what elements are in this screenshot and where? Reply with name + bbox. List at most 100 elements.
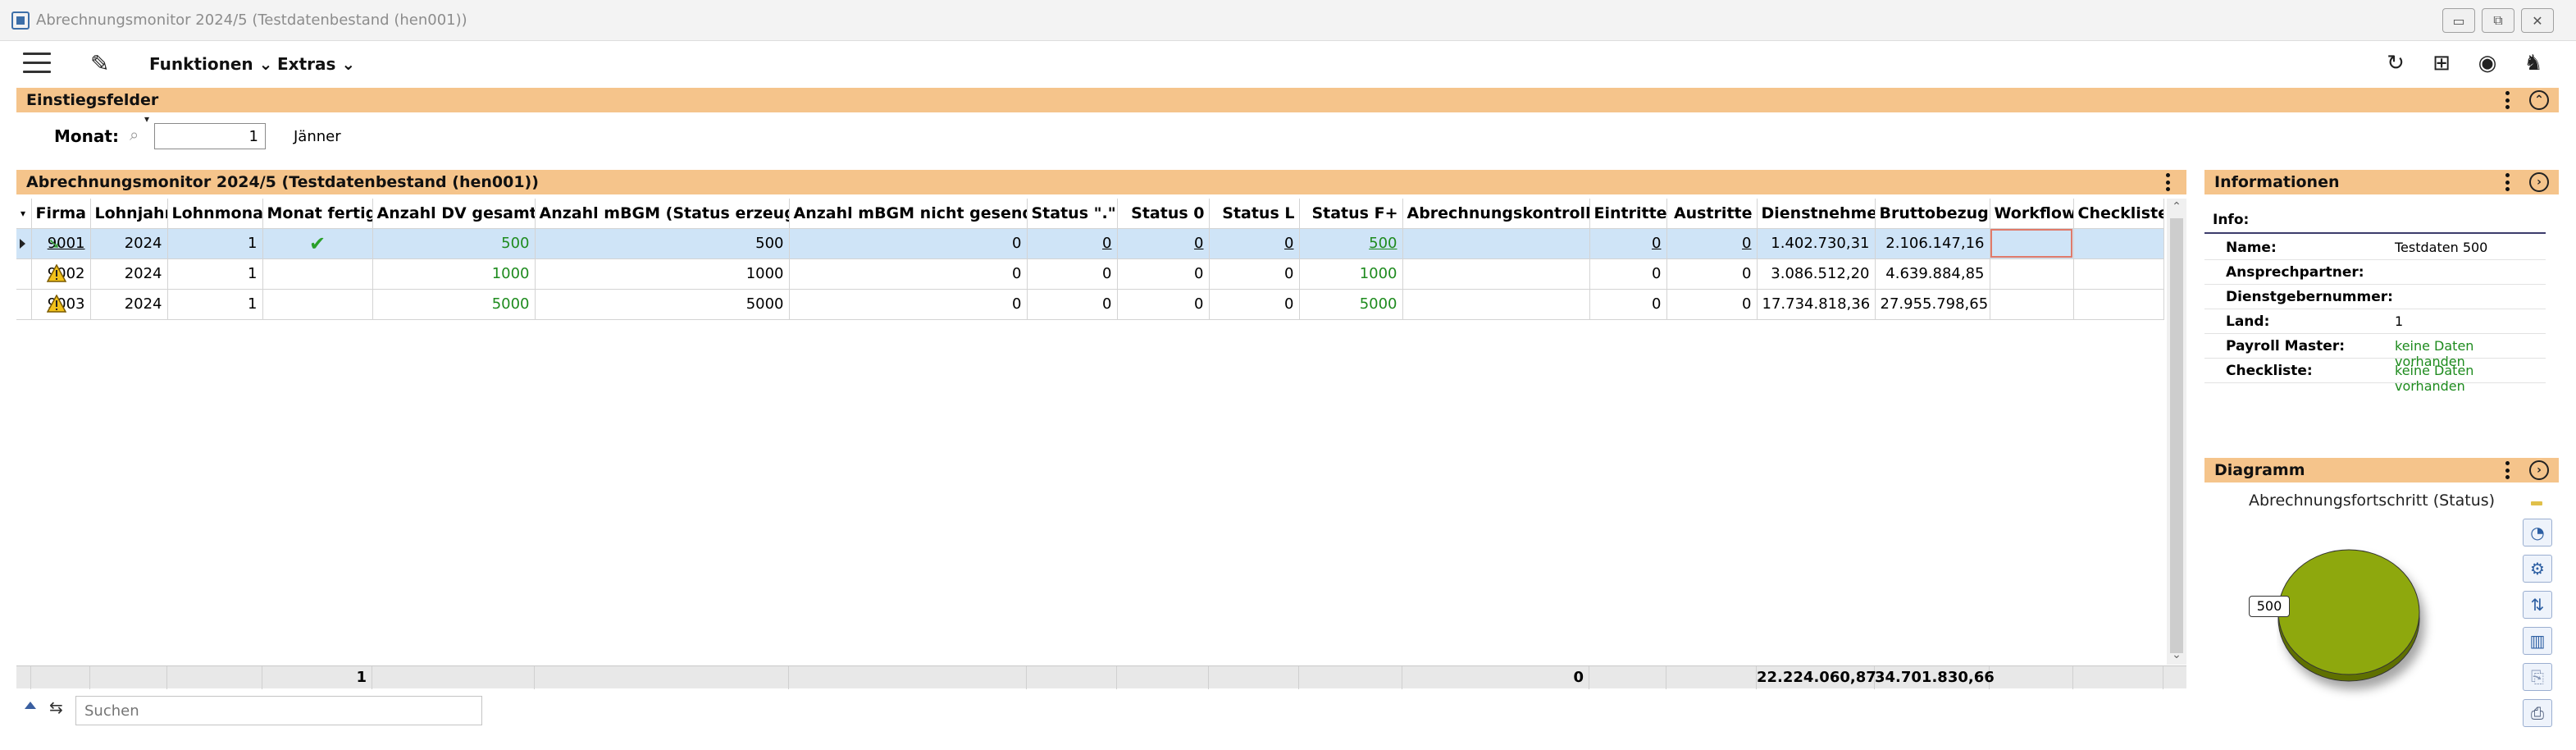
cell-lohnjahr[interactable]: 2024 xyxy=(90,258,168,290)
scroll-up-icon[interactable]: ⌃ xyxy=(2167,200,2186,213)
cell-lohnmonat[interactable]: 1 xyxy=(167,258,263,290)
cell-status-0[interactable]: 0 xyxy=(1117,289,1210,320)
collapse-up-icon[interactable]: ⌃ xyxy=(2529,90,2549,110)
cell-status-0[interactable]: 0 xyxy=(1117,228,1210,259)
col-header-workflow[interactable]: Workflow xyxy=(1990,199,2074,229)
funktionen-menu[interactable]: Funktionen ⌄ xyxy=(149,54,272,74)
cell-status-f[interactable]: 500 xyxy=(1299,228,1403,259)
cell-monat-fertig-check-icon[interactable]: ✔ xyxy=(262,228,373,259)
cell-dv-gesamt[interactable]: 500 xyxy=(372,228,536,259)
cell-status-l[interactable]: 0 xyxy=(1209,289,1300,320)
cell-workflow[interactable] xyxy=(1990,289,2074,320)
cell-kontrolle[interactable] xyxy=(1402,289,1590,320)
cell-austritte[interactable]: 0 xyxy=(1666,289,1758,320)
col-header-lohnjahr[interactable]: Lohnjahr xyxy=(90,199,168,229)
cell-status-f[interactable]: 5000 xyxy=(1299,289,1403,320)
cell-dv-gesamt[interactable]: 1000 xyxy=(372,258,536,290)
cell-status-dot[interactable]: 0 xyxy=(1027,228,1118,259)
copy-chart-icon[interactable]: ⎘ xyxy=(2523,663,2552,691)
grid-vertical-scrollbar[interactable]: ⌃ ⌄ xyxy=(2167,199,2186,665)
col-header-lohnmonat[interactable]: Lohnmonat xyxy=(167,199,263,229)
col-header-austritte[interactable]: Austritte xyxy=(1666,199,1758,229)
cell-brutto[interactable]: 4.639.884,85 xyxy=(1875,258,1990,290)
kebab-menu-icon[interactable] xyxy=(2503,461,2511,479)
cell-status-dot[interactable]: 0 xyxy=(1027,289,1118,320)
col-header-mbgm-erzeugt[interactable]: Anzahl mBGM (Status erzeugt) xyxy=(535,199,790,229)
col-header-dienstnehmer[interactable]: Dienstnehmer xyxy=(1757,199,1876,229)
cell-workflow[interactable] xyxy=(1990,258,2074,290)
col-header-monat-fertig[interactable]: Monat fertig xyxy=(262,199,373,229)
row-selector-header[interactable]: ▾ xyxy=(16,199,32,229)
cell-mbgm-nicht[interactable]: 0 xyxy=(789,258,1028,290)
cell-dienstnehmer[interactable]: 17.734.818,36 xyxy=(1757,289,1876,320)
col-header-eintritte[interactable]: Eintritte xyxy=(1589,199,1667,229)
kebab-menu-icon[interactable] xyxy=(2503,91,2511,109)
hamburger-menu-icon[interactable] xyxy=(23,53,51,74)
refresh-icon[interactable]: ↻ xyxy=(2382,51,2410,75)
col-header-status-l[interactable]: Status L xyxy=(1209,199,1300,229)
navigate-up-icon[interactable] xyxy=(25,702,36,709)
cell-monat-fertig[interactable] xyxy=(262,289,373,320)
pie-chart-type-icon[interactable]: ◔ xyxy=(2523,519,2552,546)
pie-chart[interactable] xyxy=(2277,533,2449,706)
row-indicator[interactable] xyxy=(16,258,32,290)
expand-right-icon[interactable]: › xyxy=(2529,172,2549,192)
cell-mbgm-erzeugt[interactable]: 500 xyxy=(535,228,790,259)
cell-lohnmonat[interactable]: 1 xyxy=(167,289,263,320)
col-header-dv-gesamt[interactable]: Anzahl DV gesamt xyxy=(372,199,536,229)
kebab-menu-icon[interactable] xyxy=(2163,173,2172,191)
cell-mbgm-nicht[interactable]: 0 xyxy=(789,289,1028,320)
cell-mbgm-erzeugt[interactable]: 5000 xyxy=(535,289,790,320)
row-indicator[interactable] xyxy=(16,289,32,320)
col-header-bruttobezug[interactable]: Bruttobezug xyxy=(1875,199,1990,229)
cell-monat-fertig[interactable] xyxy=(262,258,373,290)
scrollbar-thumb[interactable] xyxy=(2170,218,2183,653)
cell-firma[interactable]: ➘ 9001 xyxy=(31,228,91,259)
print-chart-icon[interactable]: ⎙ xyxy=(2523,699,2552,727)
cell-mbgm-erzeugt[interactable]: 1000 xyxy=(535,258,790,290)
cell-checkliste[interactable] xyxy=(2073,289,2164,320)
restore-button[interactable]: ⧉ xyxy=(2482,8,2514,33)
lookup-icon[interactable]: ⌕ xyxy=(130,113,149,144)
scroll-down-icon[interactable]: ⌄ xyxy=(2167,648,2186,661)
search-input[interactable] xyxy=(75,696,482,725)
col-header-firma[interactable]: Firma xyxy=(31,199,91,229)
cell-firma[interactable]: 9003 xyxy=(31,289,91,320)
help-icon[interactable]: ◉ xyxy=(2473,51,2501,75)
cell-eintritte[interactable]: 0 xyxy=(1589,289,1667,320)
monat-input[interactable] xyxy=(154,123,266,149)
cell-lohnjahr[interactable]: 2024 xyxy=(90,289,168,320)
cell-status-f[interactable]: 1000 xyxy=(1299,258,1403,290)
cell-eintritte[interactable]: 0 xyxy=(1589,228,1667,259)
cell-checkliste[interactable] xyxy=(2073,228,2164,259)
close-button[interactable]: ✕ xyxy=(2521,8,2554,33)
cell-eintritte[interactable]: 0 xyxy=(1589,258,1667,290)
cell-checkliste[interactable] xyxy=(2073,258,2164,290)
table-row[interactable]: 9003 2024 1 5000 5000 0 0 0 0 5000 0 0 1… xyxy=(16,289,2164,320)
cell-lohnmonat[interactable]: 1 xyxy=(167,228,263,259)
cell-status-l[interactable]: 0 xyxy=(1209,258,1300,290)
expand-right-icon[interactable]: › xyxy=(2529,460,2549,480)
cell-brutto[interactable]: 27.955.798,65 xyxy=(1875,289,1990,320)
col-header-status-0[interactable]: Status 0 xyxy=(1117,199,1210,229)
cell-dienstnehmer[interactable]: 1.402.730,31 xyxy=(1757,228,1876,259)
table-row[interactable]: ➘ 9001 2024 1 ✔ 500 500 0 0 0 0 500 0 0 1… xyxy=(16,228,2164,259)
swap-icon[interactable]: ⇆ xyxy=(49,697,63,717)
cell-dienstnehmer[interactable]: 3.086.512,20 xyxy=(1757,258,1876,290)
minimize-button[interactable]: ▭ xyxy=(2442,8,2475,33)
row-indicator[interactable] xyxy=(16,228,32,259)
chart-filter-icon[interactable]: ⇅ xyxy=(2523,591,2552,619)
mascot-icon[interactable]: ♞ xyxy=(2519,51,2547,75)
cell-workflow[interactable] xyxy=(1990,228,2074,259)
chart-settings-icon[interactable]: ⚙ xyxy=(2523,555,2552,583)
col-header-status-dot[interactable]: Status "." xyxy=(1027,199,1118,229)
hierarchy-icon[interactable]: ⊞ xyxy=(2428,51,2455,75)
cell-status-l[interactable]: 0 xyxy=(1209,228,1300,259)
cell-mbgm-nicht[interactable]: 0 xyxy=(789,228,1028,259)
cell-austritte[interactable]: 0 xyxy=(1666,228,1758,259)
pencil-icon[interactable]: ✎ xyxy=(90,50,109,77)
cell-austritte[interactable]: 0 xyxy=(1666,258,1758,290)
cell-brutto[interactable]: 2.106.147,16 xyxy=(1875,228,1990,259)
extras-menu[interactable]: Extras ⌄ xyxy=(277,54,355,74)
cell-dv-gesamt[interactable]: 5000 xyxy=(372,289,536,320)
